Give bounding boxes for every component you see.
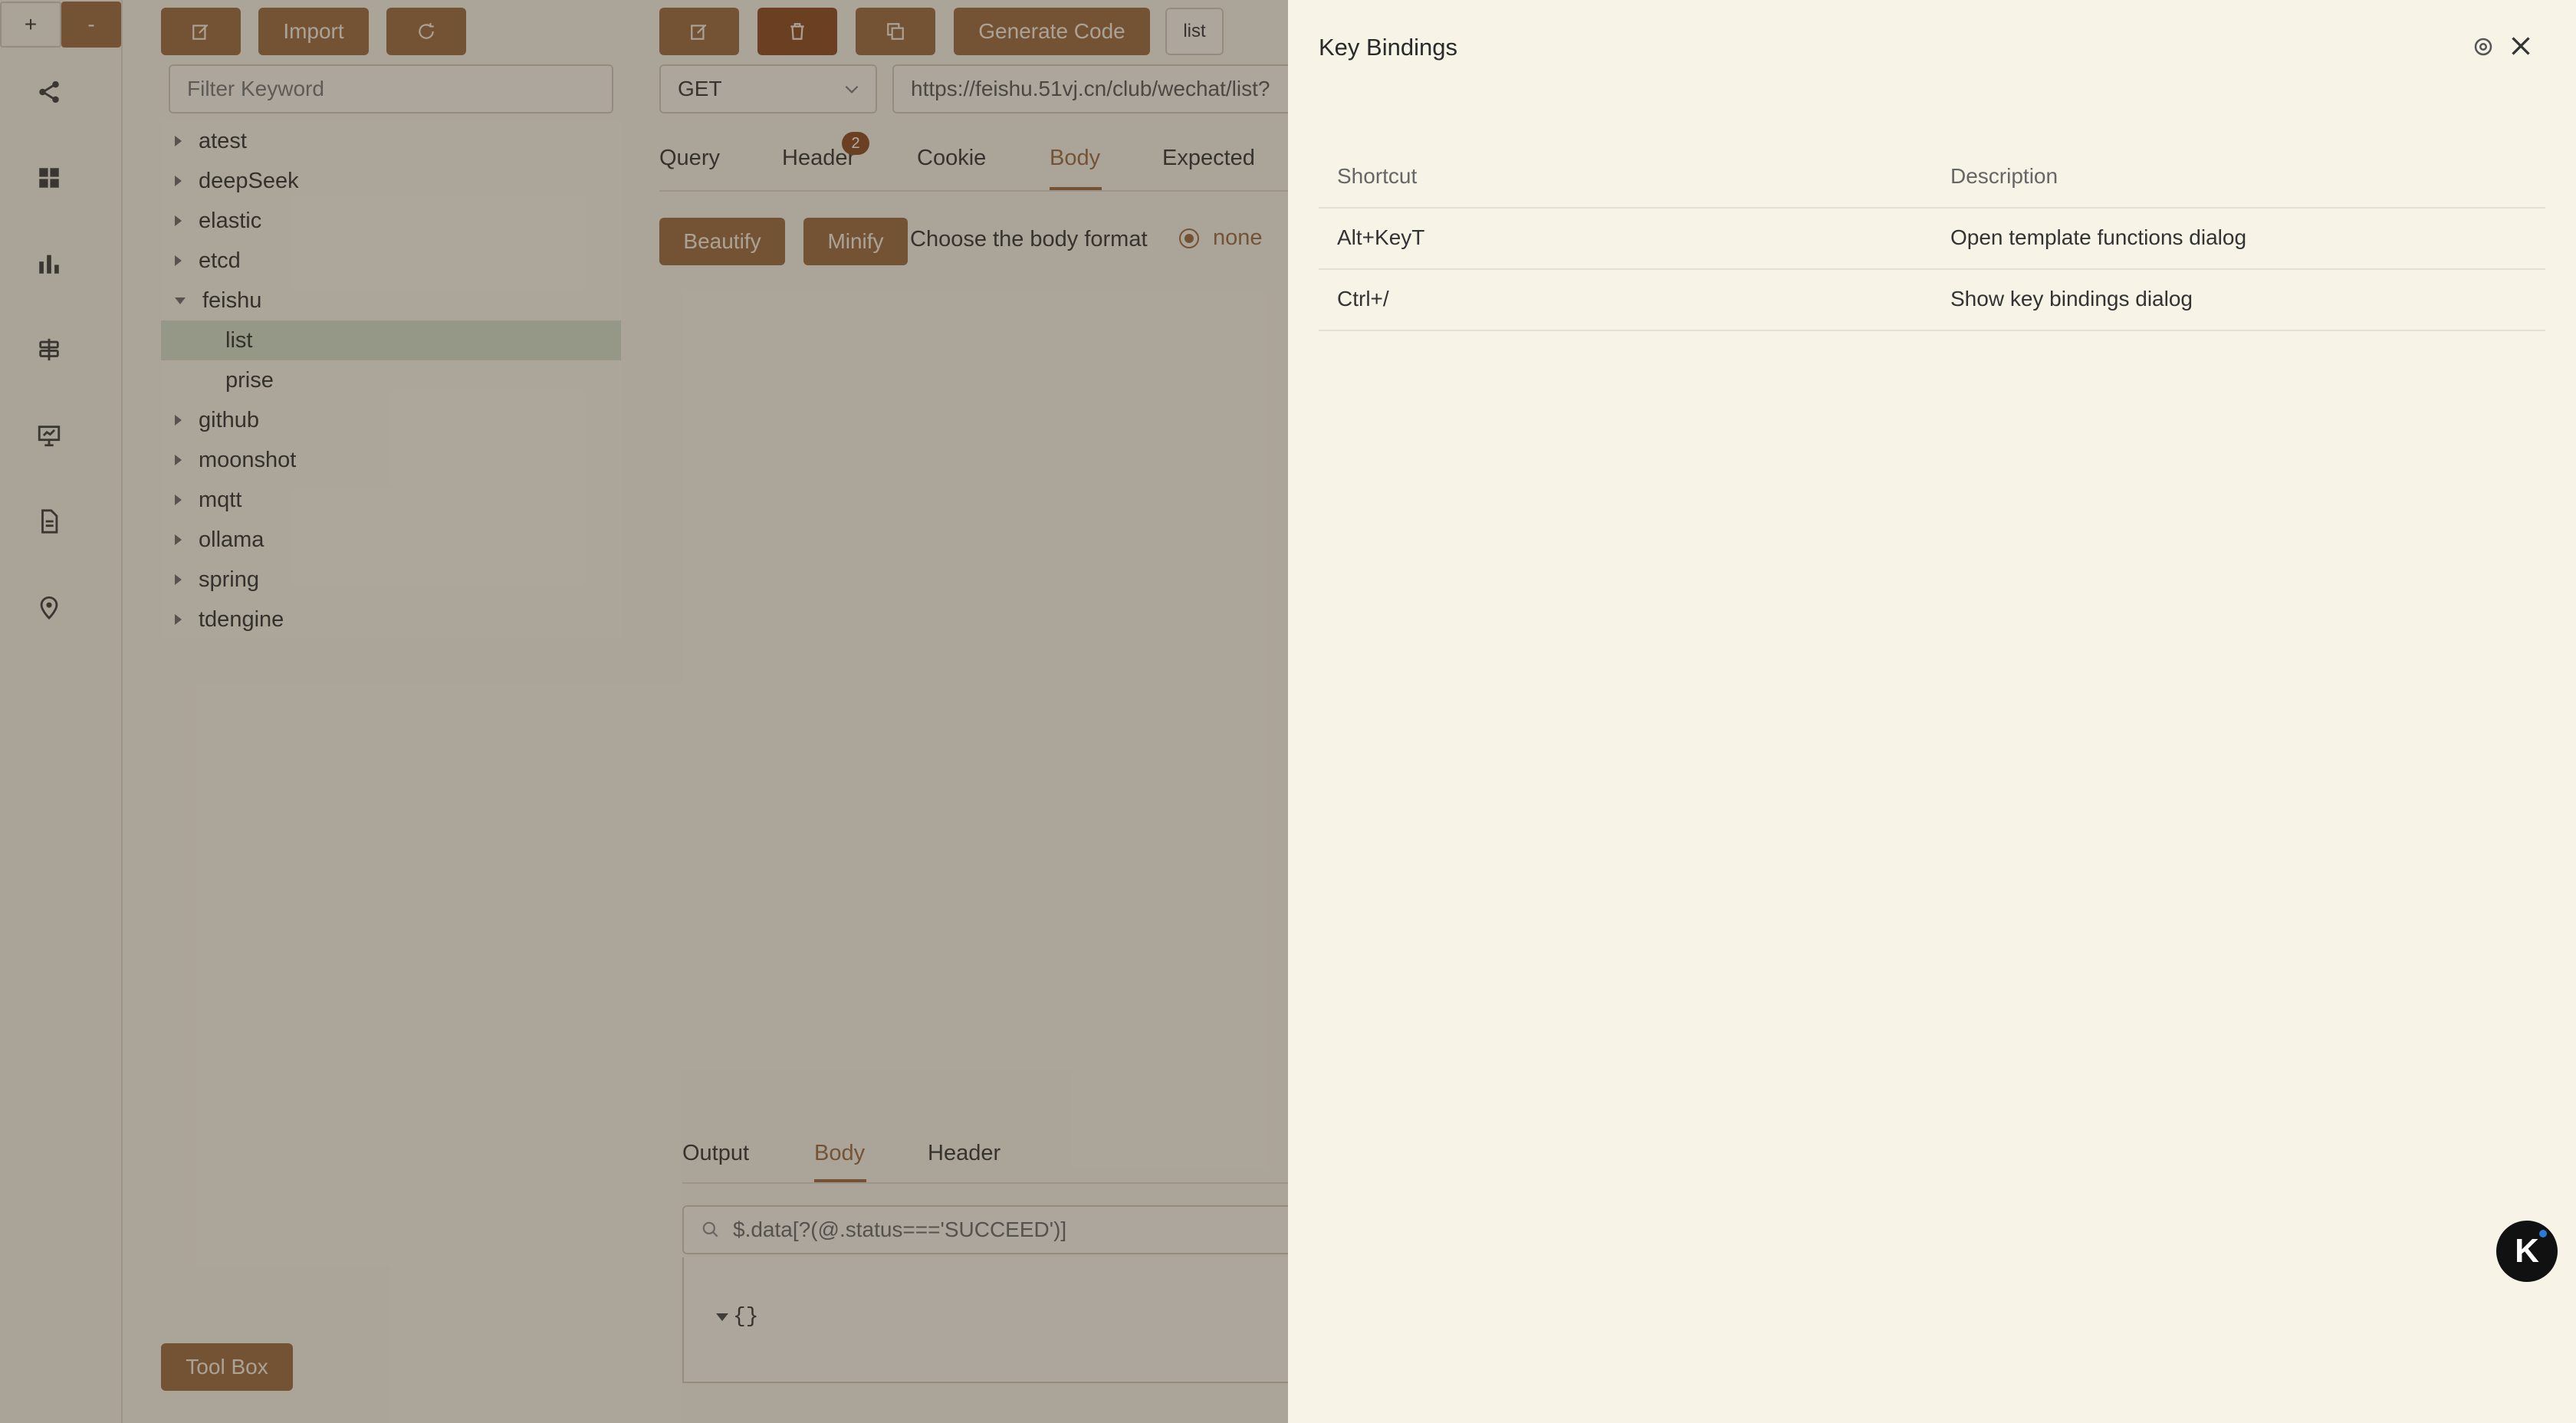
table-header: Shortcut Description <box>1319 153 2545 207</box>
modal-backdrop[interactable] <box>0 0 1288 1423</box>
k-logo-icon: K <box>2515 1232 2539 1270</box>
description-cell: Show key bindings dialog <box>1950 287 2193 311</box>
shortcut-cell: Alt+KeyT <box>1337 225 1425 249</box>
description-cell: Open template functions dialog <box>1950 225 2247 249</box>
assistant-avatar[interactable]: K <box>2496 1221 2558 1282</box>
shortcut-cell: Ctrl+/ <box>1337 287 1389 311</box>
settings-icon[interactable] <box>2472 35 2495 58</box>
key-bindings-table: Shortcut Description Alt+KeyT Open templa… <box>1319 153 2545 331</box>
close-icon[interactable] <box>2507 32 2535 60</box>
row-divider <box>1319 330 2545 331</box>
table-row: Ctrl+/ Show key bindings dialog <box>1319 270 2545 330</box>
column-shortcut: Shortcut <box>1337 164 1418 188</box>
column-description: Description <box>1950 164 2058 188</box>
table-row: Alt+KeyT Open template functions dialog <box>1319 209 2545 268</box>
dialog-title: Key Bindings <box>1319 34 1457 61</box>
key-bindings-dialog: Key Bindings Shortcut Description Alt+Ke… <box>1288 0 2576 1423</box>
